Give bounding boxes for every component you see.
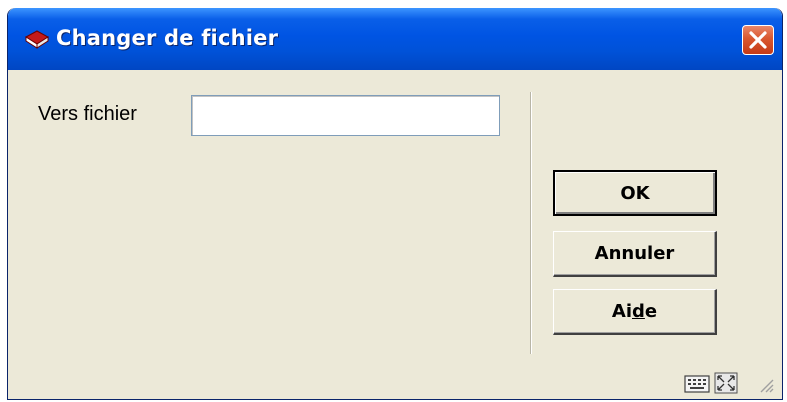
window-title: Changer de fichier [56,26,279,50]
dialog-body: Vers fichier OK Annuler Aide [8,70,782,399]
expand-icon[interactable] [714,372,738,394]
cancel-button-label: Annuler [594,243,675,264]
title-bar[interactable]: Changer de fichier [8,8,782,70]
help-button[interactable]: Aide [553,289,717,335]
target-file-input[interactable] [191,95,500,136]
book-icon [25,30,49,49]
help-button-label: Aide [611,301,658,322]
target-file-label: Vers fichier [38,103,137,125]
cancel-button[interactable]: Annuler [553,231,717,277]
keyboard-icon[interactable] [684,375,710,393]
close-icon [749,31,767,49]
vertical-divider [530,92,532,354]
status-bar [684,371,774,395]
dialog-window: Changer de fichier Vers fichier OK Annul… [7,8,783,400]
resize-grip-icon[interactable] [758,377,774,393]
ok-button-label: OK [620,182,650,204]
ok-button[interactable]: OK [553,170,717,216]
close-button[interactable] [742,25,774,55]
